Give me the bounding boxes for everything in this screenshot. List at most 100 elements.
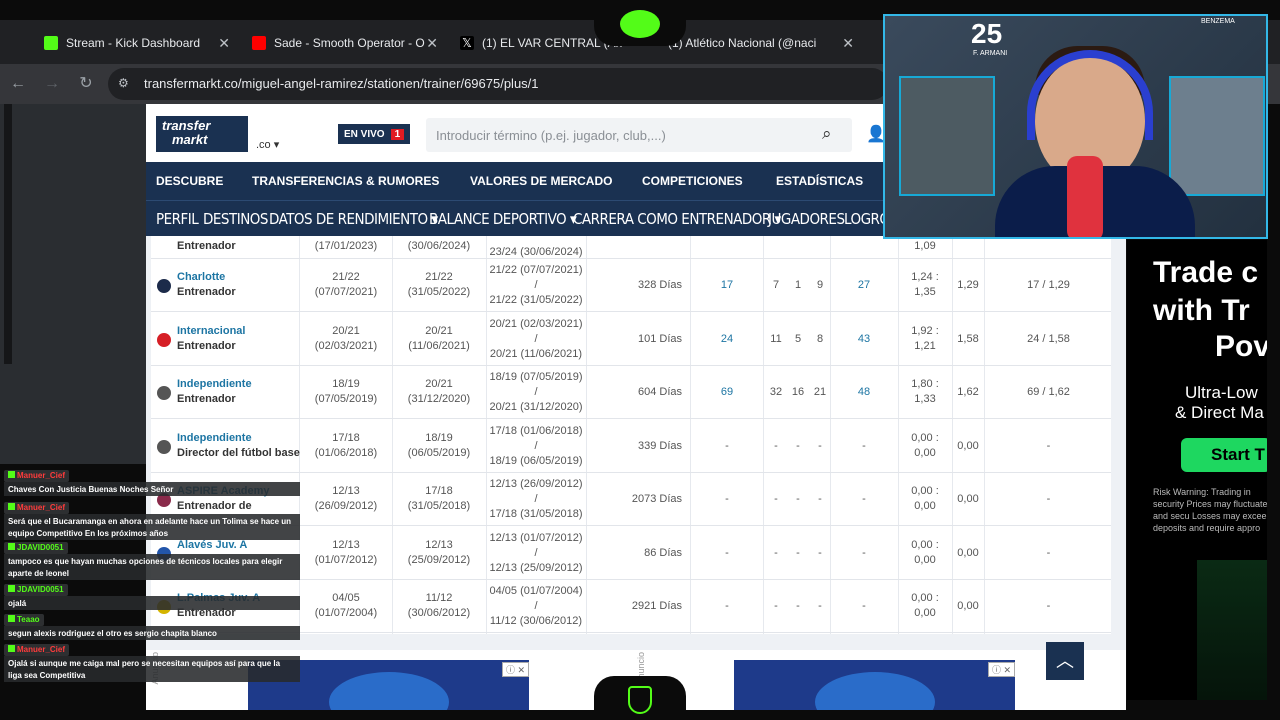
club-crest-icon[interactable] [157, 332, 171, 347]
ad-start-button[interactable]: Start T [1181, 438, 1267, 472]
matches[interactable]: 69 [692, 386, 762, 398]
search-input[interactable]: Introducir término (p.ej. jugador, club,… [426, 118, 852, 152]
kick-badge-icon [8, 585, 15, 592]
chat-text: segun alexis rodriguez el otro es sergio… [4, 626, 300, 640]
tab-sade[interactable]: Sade - Smooth Operator - O ✕ [244, 28, 444, 58]
players-used: - [862, 600, 866, 612]
kick-badge-icon [8, 615, 15, 622]
domain-selector[interactable]: .co ▾ [256, 138, 279, 151]
url-text[interactable]: transfermarkt.co/miguel-angel-ramirez/st… [144, 76, 539, 91]
chat-username-text: JDAVID0051 [17, 585, 64, 594]
ad-info-icon[interactable]: ⓘ ✕ [988, 662, 1016, 677]
chat-username[interactable]: JDAVID0051 [4, 542, 68, 554]
period-start: 21/22 (07/07/2021) [489, 264, 583, 276]
youtube-icon [252, 36, 266, 50]
subnav-balance-deportivo[interactable]: BALANCE DEPORTIVO ▾ [429, 201, 577, 237]
nav-estadisticas[interactable]: ESTADÍSTICAS [776, 162, 863, 200]
stream-frame: Stream - Kick Dashboard ✕ Sade - Smooth … [0, 0, 1280, 720]
period-end: 17/18 (31/05/2018) [489, 508, 583, 520]
matches[interactable]: 17 [692, 279, 762, 291]
to-season: 20/21 [425, 324, 453, 337]
losses: 8 [816, 332, 824, 345]
left-overlay-panel [0, 104, 146, 464]
chat-text: Chaves Con Justicia Buenas Noches Señor [4, 482, 300, 496]
from-season: 04/05 [332, 592, 360, 604]
draws: 1 [794, 279, 802, 291]
ad-info-icon[interactable]: ⓘ ✕ [502, 662, 530, 677]
period-sep: / [534, 279, 538, 291]
period-sep: / [534, 386, 538, 398]
table-row: Internacional Entrenador 20/21 (02/03/2021)… [151, 313, 1111, 366]
club-name-link[interactable]: Internacional [177, 325, 245, 337]
wins: 11 [770, 332, 782, 345]
players-used: - [862, 493, 866, 505]
club-name-link[interactable]: Independiente [177, 432, 252, 444]
players-used[interactable]: 27 [832, 279, 896, 291]
wins: 32 [769, 386, 783, 398]
side-ad[interactable]: Trade c with Tr Pov Ultra-Low & Direct M… [1127, 240, 1267, 700]
from-date: (07/07/2021) [314, 286, 378, 298]
from-season: 21/22 [332, 271, 360, 283]
tab-kick-dashboard[interactable]: Stream - Kick Dashboard ✕ [36, 28, 236, 58]
tab-atletico-nacional[interactable]: (1) Atlético Nacional (@naci ✕ [660, 28, 860, 58]
chat-text: Será que el Bucaramanga en ahora en adel… [4, 514, 300, 540]
draws: - [796, 493, 800, 505]
nav-transferencias[interactable]: TRANSFERENCIAS & RUMORES [252, 162, 439, 200]
subnav-datos-rendimiento[interactable]: DATOS DE RENDIMIENTO ▾ [269, 201, 438, 237]
subnav-destinos[interactable]: DESTINOS [203, 201, 269, 237]
nav-valores[interactable]: VALORES DE MERCADO [470, 162, 612, 200]
chat-overlay: Manuer_Cief Chaves Con Justicia Buenas No… [0, 466, 302, 686]
forward-icon[interactable]: → [40, 72, 64, 96]
club-crest-icon[interactable] [157, 279, 171, 293]
players-used[interactable]: 48 [832, 386, 896, 398]
url-box[interactable]: ⚙ transfermarkt.co/miguel-angel-ramirez/… [108, 68, 888, 100]
club-role: Entrenador [177, 286, 236, 298]
last-summary: 69 / 1,62 [1027, 386, 1070, 398]
chat-username[interactable]: Manuer_Cief [4, 470, 70, 482]
draws: - [796, 600, 800, 612]
subnav-perfil[interactable]: PERFIL [156, 201, 199, 237]
last-summary: 17 / 1,29 [1027, 279, 1070, 291]
ppg-b: 0,00 [914, 446, 936, 459]
subnav-jugadores[interactable]: JUGADORES [768, 201, 845, 237]
close-icon[interactable]: ✕ [218, 35, 230, 52]
last-summary: - [1046, 600, 1051, 612]
ppg-b: 1,33 [914, 393, 936, 405]
close-icon[interactable]: ✕ [426, 35, 438, 52]
chat-username[interactable]: Teaao [4, 614, 44, 626]
back-icon[interactable]: ← [6, 72, 30, 96]
nav-competiciones[interactable]: COMPETICIONES [642, 162, 743, 200]
to-date: (11/06/2021) [408, 339, 470, 352]
matches[interactable]: 24 [692, 333, 762, 345]
from-date: (26/09/2012) [314, 500, 378, 512]
transfermarkt-logo[interactable]: transfer markt [156, 116, 248, 152]
kick-badge-icon [8, 543, 15, 550]
to-date: (25/09/2012) [407, 553, 471, 566]
subnav-carrera-entrenador[interactable]: CARRERA COMO ENTRENADOR ▾ [573, 201, 781, 237]
ad-sub-2: & Direct Ma [1175, 403, 1264, 422]
losses: 21 [813, 386, 827, 398]
live-button[interactable]: EN VIVO 1 [338, 124, 411, 144]
chat-username-text: Manuer_Cief [17, 503, 66, 512]
players-used[interactable]: 43 [832, 333, 896, 345]
club-crest-icon[interactable] [157, 439, 171, 454]
to-date: (30/06/2024) [407, 240, 471, 252]
club-name-link[interactable]: Charlotte [177, 271, 225, 283]
losses: - [818, 439, 822, 452]
shield-logo-icon [628, 686, 652, 714]
chat-username[interactable]: Manuer_Cief [4, 502, 70, 514]
club-name-link[interactable]: Independiente [177, 378, 252, 390]
scroll-to-top-button[interactable]: ︿ [1046, 642, 1084, 680]
matches: - [725, 493, 729, 505]
nav-descubre[interactable]: DESCUBRE [156, 162, 223, 200]
chat-username[interactable]: Manuer_Cief [4, 644, 70, 656]
ad-banner-right[interactable] [734, 660, 1015, 710]
from-season: 17/18 [332, 431, 360, 444]
chat-username[interactable]: JDAVID0051 [4, 584, 68, 596]
search-icon[interactable]: ⌕ [822, 124, 842, 144]
club-crest-icon[interactable] [157, 386, 171, 400]
ppg-a: 1,24 : [911, 271, 939, 283]
reload-icon[interactable]: ↻ [74, 72, 98, 96]
site-settings-icon[interactable]: ⚙ [118, 76, 134, 92]
close-icon[interactable]: ✕ [842, 35, 854, 52]
